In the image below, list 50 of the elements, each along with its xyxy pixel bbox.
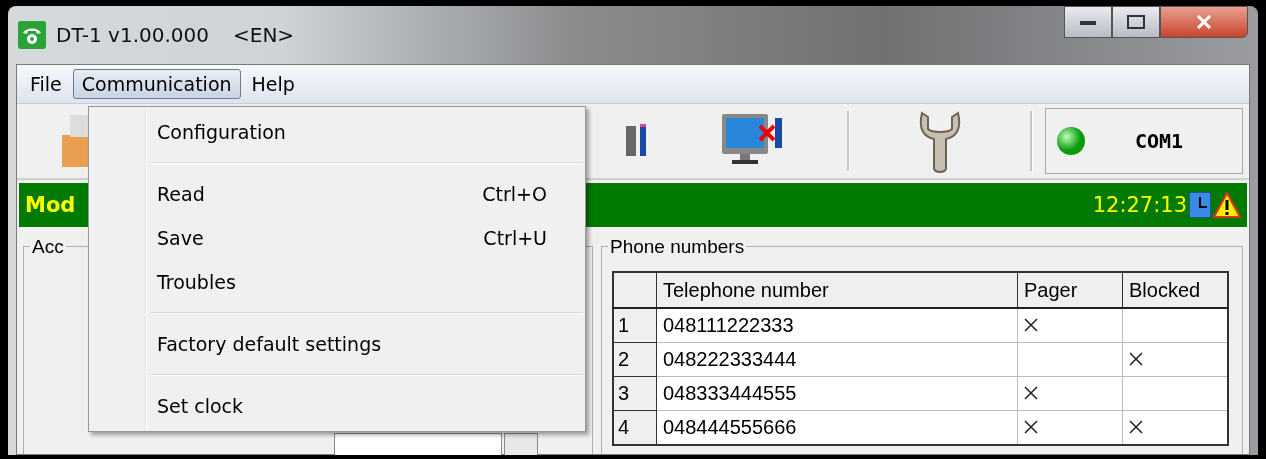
menu-option[interactable]: Troubles bbox=[89, 260, 585, 304]
wrench-icon[interactable] bbox=[918, 109, 962, 173]
table-cell: 048333444555 bbox=[656, 376, 1018, 411]
close-button[interactable] bbox=[1160, 6, 1248, 38]
menu-item[interactable]: Communication bbox=[72, 69, 241, 99]
shortcut-label: Ctrl+O bbox=[482, 183, 547, 205]
menu-option[interactable]: Configuration bbox=[89, 110, 585, 154]
maximize-icon bbox=[1127, 15, 1145, 29]
table-cell: 048111222333 bbox=[656, 308, 1018, 343]
row-number: 1 bbox=[613, 308, 657, 343]
port-label: COM1 bbox=[1133, 129, 1185, 153]
option-label: Factory default settings bbox=[157, 333, 383, 355]
close-icon bbox=[1196, 15, 1212, 29]
option-label: Save bbox=[157, 227, 205, 249]
column-header: Pager bbox=[1017, 272, 1123, 308]
cross-icon bbox=[1129, 352, 1143, 366]
row-number: 3 bbox=[613, 376, 657, 411]
minimize-button[interactable] bbox=[1064, 6, 1112, 38]
pager-cell[interactable] bbox=[1017, 342, 1123, 377]
option-label: Troubles bbox=[157, 271, 237, 293]
option-label: Set clock bbox=[157, 395, 245, 417]
row-number: 2 bbox=[613, 342, 657, 377]
pager-cell[interactable] bbox=[1017, 376, 1123, 411]
menu-item[interactable]: File bbox=[21, 69, 71, 99]
table-cell: 048222333444 bbox=[656, 342, 1018, 377]
cross-icon bbox=[1024, 386, 1038, 400]
row-number: 4 bbox=[613, 410, 657, 445]
module-label: Mod bbox=[25, 193, 76, 217]
window-title: DT-1 v1.00.000 bbox=[56, 23, 209, 47]
menu-option[interactable]: Factory default settings bbox=[89, 322, 585, 366]
option-label: Configuration bbox=[157, 121, 287, 143]
warning-icon bbox=[1213, 192, 1241, 218]
option-label: Read bbox=[157, 183, 206, 205]
clock-icon bbox=[1189, 192, 1211, 218]
pager-cell[interactable] bbox=[1017, 308, 1123, 343]
maximize-button[interactable] bbox=[1112, 6, 1160, 38]
cross-icon bbox=[1129, 420, 1143, 434]
cross-icon bbox=[1024, 420, 1038, 434]
column-header: Telephone number bbox=[656, 272, 1018, 308]
menu-option[interactable]: Set clock bbox=[89, 384, 585, 428]
phone-icon bbox=[18, 21, 46, 49]
menu-item[interactable]: Help bbox=[242, 69, 304, 99]
clock-time: 12:27:13 bbox=[1092, 193, 1187, 217]
minimize-icon bbox=[1080, 19, 1096, 25]
column-header: Blocked bbox=[1122, 272, 1228, 308]
menu-option[interactable]: Save Ctrl+U bbox=[89, 216, 585, 260]
language-label: <EN> bbox=[233, 23, 295, 47]
menu-option[interactable]: Read Ctrl+O bbox=[89, 172, 585, 216]
cross-icon bbox=[1024, 318, 1038, 332]
shortcut-label: Ctrl+U bbox=[483, 227, 547, 249]
